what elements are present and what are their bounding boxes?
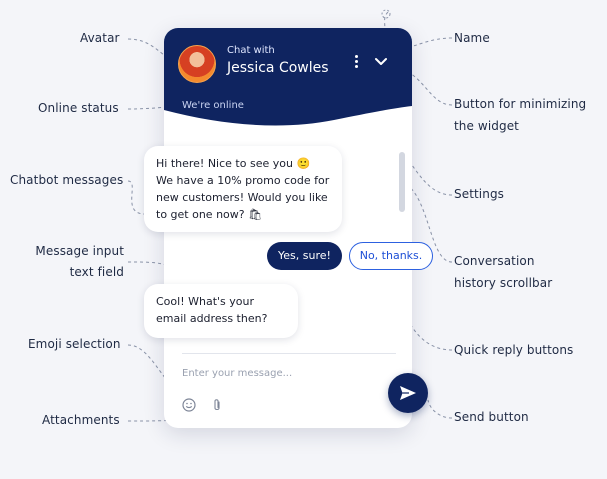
label-attachments: Attachments xyxy=(42,413,120,427)
conversation-area: Hi there! Nice to see you 🙂 We have a 10… xyxy=(144,28,464,448)
send-icon xyxy=(400,386,416,400)
label-online-status: Online status xyxy=(38,101,119,115)
label-scrollbar-2: history scrollbar xyxy=(454,276,553,290)
quick-reply-yes-button[interactable]: Yes, sure! xyxy=(267,242,342,270)
quick-reply-no-button[interactable]: No, thanks. xyxy=(349,242,433,270)
label-message-input-1: Message input xyxy=(35,244,124,258)
label-minimize-1: Button for minimizing xyxy=(454,97,587,111)
label-message-input-2: text field xyxy=(69,265,124,279)
chatbot-message: Hi there! Nice to see you 🙂 We have a 10… xyxy=(144,146,342,232)
label-chatbot-messages: Chatbot messages xyxy=(10,173,124,187)
label-quick-reply: Quick reply buttons xyxy=(454,343,574,357)
label-send: Send button xyxy=(454,410,529,424)
chatbot-message: Cool! What's your email address then? xyxy=(144,284,298,338)
send-button[interactable] xyxy=(388,373,428,413)
label-emoji-selection: Emoji selection xyxy=(28,337,121,351)
label-scrollbar-1: Conversation xyxy=(454,254,535,268)
label-avatar: Avatar xyxy=(80,31,120,45)
